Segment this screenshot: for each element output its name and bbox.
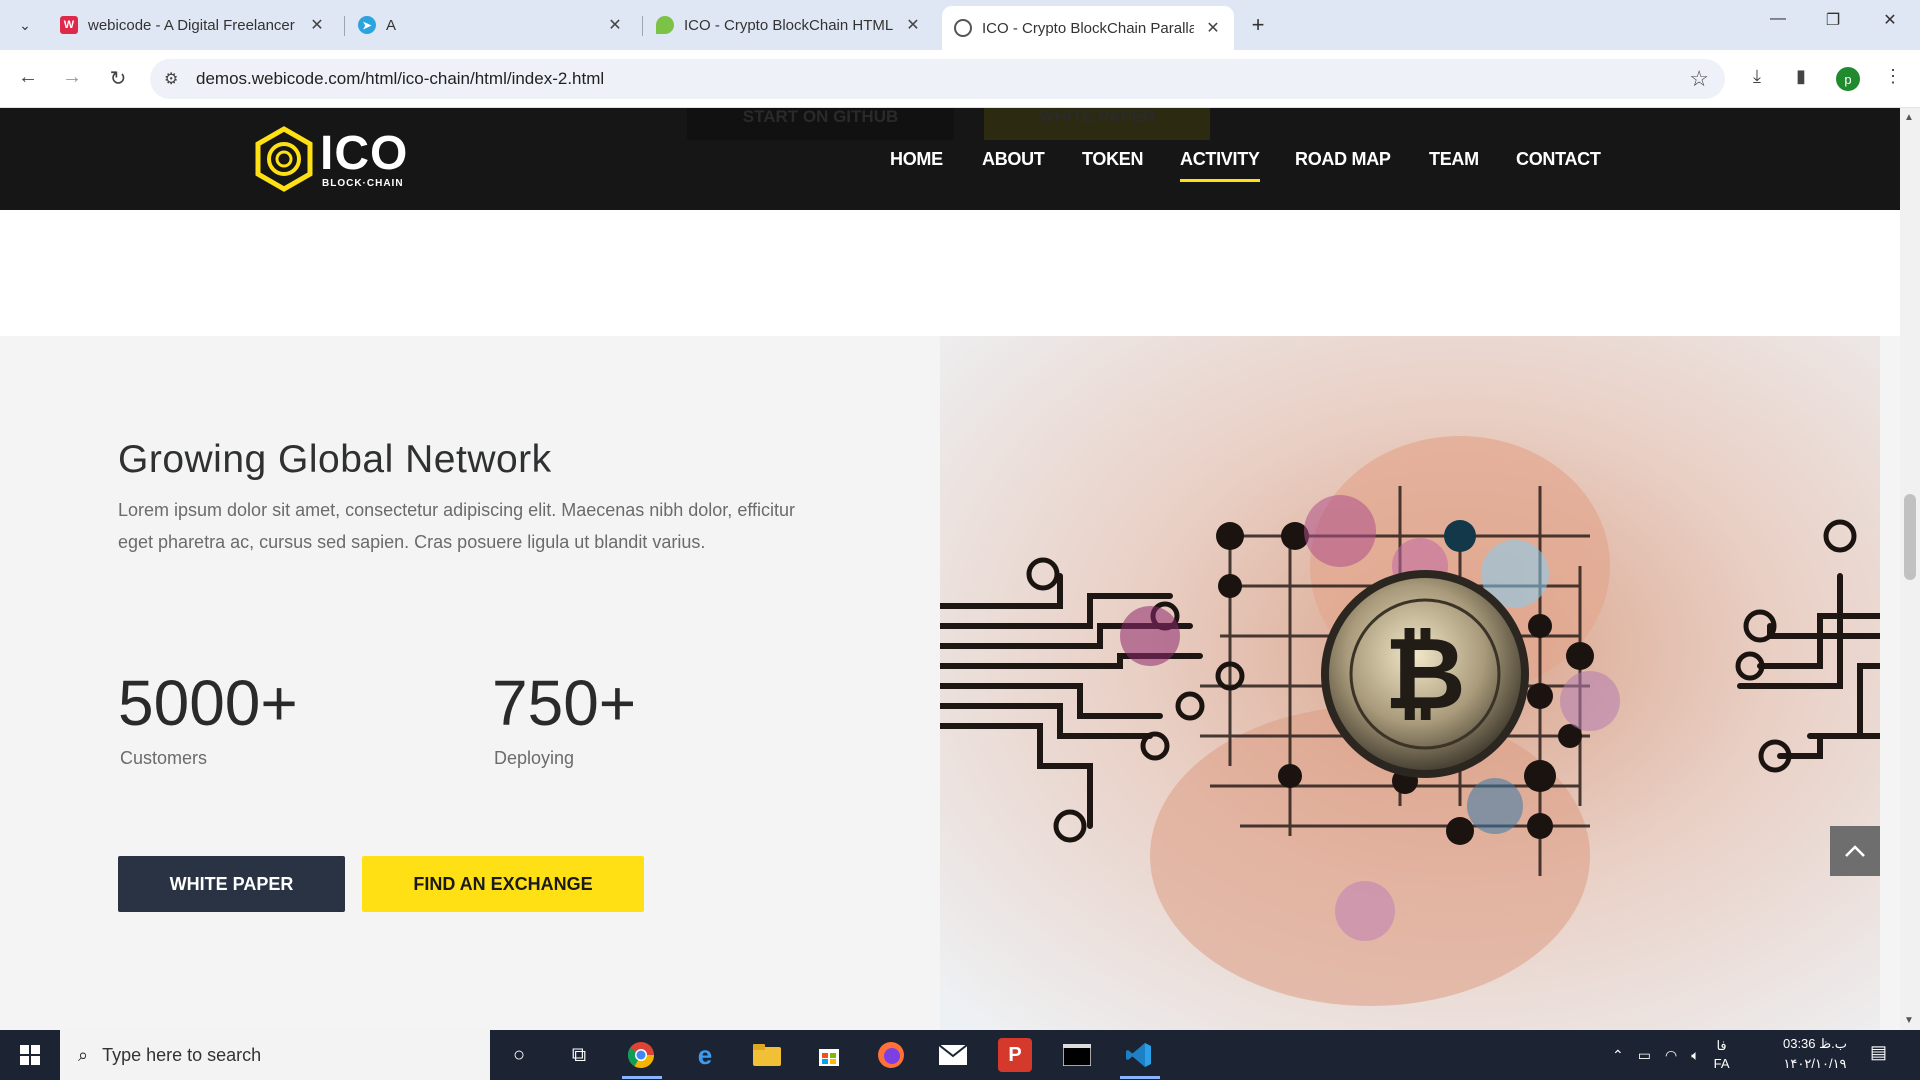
bitcoin-circuit-image: ₿: [940, 336, 1880, 1030]
nav-activity[interactable]: ACTIVITY: [1180, 149, 1260, 182]
chevron-up-icon: [1845, 845, 1865, 857]
windows-taskbar: ⌕ Type here to search ○ ⧉ e P ⌃ ▭ ◠ 🔈︎ ف…: [0, 1030, 1920, 1080]
back-arrow-icon[interactable]: ←: [14, 66, 42, 89]
profile-avatar[interactable]: p: [1836, 67, 1860, 91]
close-tab-icon[interactable]: ✕: [904, 15, 922, 35]
taskbar-clock[interactable]: 03:36 ب.ظ ۱۴۰۲/۱۰/۱۹: [1770, 1034, 1860, 1074]
section-title: Growing Global Network: [118, 438, 552, 481]
tab-telegram[interactable]: ➤ A ✕: [346, 6, 636, 44]
minimize-button[interactable]: —: [1758, 10, 1798, 28]
page-viewport: START ON GITHUB WHITE PAPER ICO BLOCK·CH…: [0, 108, 1900, 1030]
browser-tab-strip: ⌄ W webicode - A Digital Freelancer ✕ ➤ …: [0, 0, 1920, 50]
bookmark-star-icon[interactable]: ☆: [1689, 66, 1709, 92]
nav-token[interactable]: TOKEN: [1082, 149, 1143, 170]
language-indicator[interactable]: فا FA: [1714, 1037, 1730, 1073]
file-explorer-icon[interactable]: [750, 1038, 784, 1072]
tab-separator: [642, 16, 643, 36]
nav-contact[interactable]: CONTACT: [1516, 149, 1601, 170]
tab-search-button[interactable]: ⌄: [10, 10, 40, 40]
start-on-github-ghost-button: START ON GITHUB: [687, 108, 954, 140]
scroll-down-arrow-icon[interactable]: ▼: [1904, 1015, 1914, 1026]
browser-toolbar: ← → ↻ ⚙ demos.webicode.com/html/ico-chai…: [0, 50, 1920, 108]
active-app-indicator: [622, 1076, 662, 1079]
firefox-icon[interactable]: [874, 1038, 908, 1072]
side-panel-icon[interactable]: ▮: [1788, 66, 1814, 87]
vscode-icon[interactable]: [1122, 1038, 1156, 1072]
nav-team[interactable]: TEAM: [1429, 149, 1479, 170]
section-description: Lorem ipsum dolor sit amet, consectetur …: [118, 500, 796, 552]
scrollbar-thumb[interactable]: [1904, 494, 1916, 580]
language-code: FA: [1713, 1056, 1730, 1071]
terminal-icon[interactable]: [1060, 1038, 1094, 1072]
clock-date: ۱۴۰۲/۱۰/۱۹: [1783, 1056, 1847, 1071]
battery-icon[interactable]: ▭: [1638, 1047, 1651, 1064]
search-placeholder: Type here to search: [102, 1044, 262, 1065]
close-tab-icon[interactable]: ✕: [308, 15, 326, 35]
close-tab-icon[interactable]: ✕: [606, 15, 624, 35]
wifi-icon[interactable]: ◠: [1665, 1047, 1677, 1064]
global-network-section: Growing Global Network Lorem ipsum dolor…: [0, 336, 1900, 1030]
stat-customers-label: Customers: [120, 748, 208, 768]
find-exchange-button[interactable]: FIND AN EXCHANGE: [362, 856, 644, 912]
nav-road-map[interactable]: ROAD MAP: [1295, 149, 1391, 170]
nav-home[interactable]: HOME: [890, 149, 943, 170]
language-native-label: فا: [1716, 1038, 1727, 1053]
windows-logo-icon: [20, 1045, 40, 1065]
svg-text:₿: ₿: [1384, 615, 1466, 732]
stat-deploying-value: 750+: [492, 667, 637, 739]
tab-ico-parallax[interactable]: ICO - Crypto BlockChain Parallax ✕: [942, 6, 1234, 50]
page-scrollbar[interactable]: ▲ ▼: [1900, 108, 1920, 1030]
main-navigation: HOME ABOUT TOKEN ACTIVITY ROAD MAP TEAM …: [0, 144, 1900, 182]
reload-icon[interactable]: ↻: [104, 66, 132, 91]
site-header: START ON GITHUB WHITE PAPER ICO BLOCK·CH…: [0, 108, 1900, 210]
tab-webicode[interactable]: W webicode - A Digital Freelancer ✕: [48, 6, 338, 44]
edge-icon[interactable]: e: [688, 1038, 722, 1072]
clock-time: 03:36 ب.ظ: [1782, 1036, 1848, 1051]
menu-kebab-icon[interactable]: ⋮: [1880, 66, 1906, 87]
tab-title: A: [386, 16, 397, 34]
notification-center-icon[interactable]: ▤: [1870, 1042, 1887, 1063]
scroll-up-arrow-icon[interactable]: ▲: [1904, 112, 1914, 123]
white-paper-ghost-button: WHITE PAPER: [984, 108, 1210, 140]
system-tray: ⌃ ▭ ◠ 🔈︎ فا FA: [1612, 1030, 1730, 1080]
webicode-favicon-icon: W: [60, 16, 78, 34]
start-button[interactable]: [0, 1030, 60, 1080]
tab-title: ICO - Crypto BlockChain HTML5: [684, 16, 894, 34]
forward-arrow-icon[interactable]: →: [58, 66, 86, 89]
tab-ico-html5[interactable]: ICO - Crypto BlockChain HTML5 ✕: [644, 6, 934, 44]
psiphon-icon[interactable]: P: [998, 1038, 1032, 1072]
volume-icon[interactable]: 🔈︎: [1691, 1047, 1699, 1064]
microsoft-store-icon[interactable]: [812, 1038, 846, 1072]
tab-separator: [344, 16, 345, 36]
restore-button[interactable]: ❐: [1813, 10, 1853, 30]
chrome-icon[interactable]: [624, 1038, 658, 1072]
mail-icon[interactable]: [936, 1038, 970, 1072]
cortana-icon[interactable]: ○: [502, 1038, 536, 1072]
tab-title: webicode - A Digital Freelancer: [88, 16, 295, 34]
logo-subtitle: BLOCK·CHAIN: [322, 178, 404, 189]
show-hidden-icons-chevron-icon[interactable]: ⌃: [1612, 1047, 1624, 1064]
download-icon[interactable]: ⤓: [1744, 66, 1770, 87]
stat-customers-value: 5000+: [118, 667, 298, 739]
task-view-icon[interactable]: ⧉: [562, 1038, 596, 1072]
back-to-top-button[interactable]: [1830, 826, 1880, 876]
new-tab-button[interactable]: +: [1245, 12, 1271, 38]
tab-title: ICO - Crypto BlockChain Parallax: [982, 19, 1194, 37]
url-text[interactable]: demos.webicode.com/html/ico-chain/html/i…: [196, 69, 604, 89]
window-close-button[interactable]: ✕: [1870, 10, 1910, 30]
white-paper-button[interactable]: WHITE PAPER: [118, 856, 345, 912]
address-bar[interactable]: ⚙ demos.webicode.com/html/ico-chain/html…: [150, 59, 1725, 99]
stat-deploying-label: Deploying: [494, 748, 575, 768]
telegram-favicon-icon: ➤: [358, 16, 376, 34]
globe-favicon-icon: [954, 19, 972, 37]
open-app-indicator: [1120, 1076, 1160, 1079]
nav-about[interactable]: ABOUT: [982, 149, 1045, 170]
search-icon: ⌕: [78, 1044, 89, 1065]
leaf-favicon-icon: [656, 16, 674, 34]
taskbar-search-box[interactable]: ⌕ Type here to search: [60, 1030, 490, 1080]
close-tab-icon[interactable]: ✕: [1204, 18, 1222, 38]
site-settings-icon[interactable]: ⚙: [164, 69, 178, 89]
